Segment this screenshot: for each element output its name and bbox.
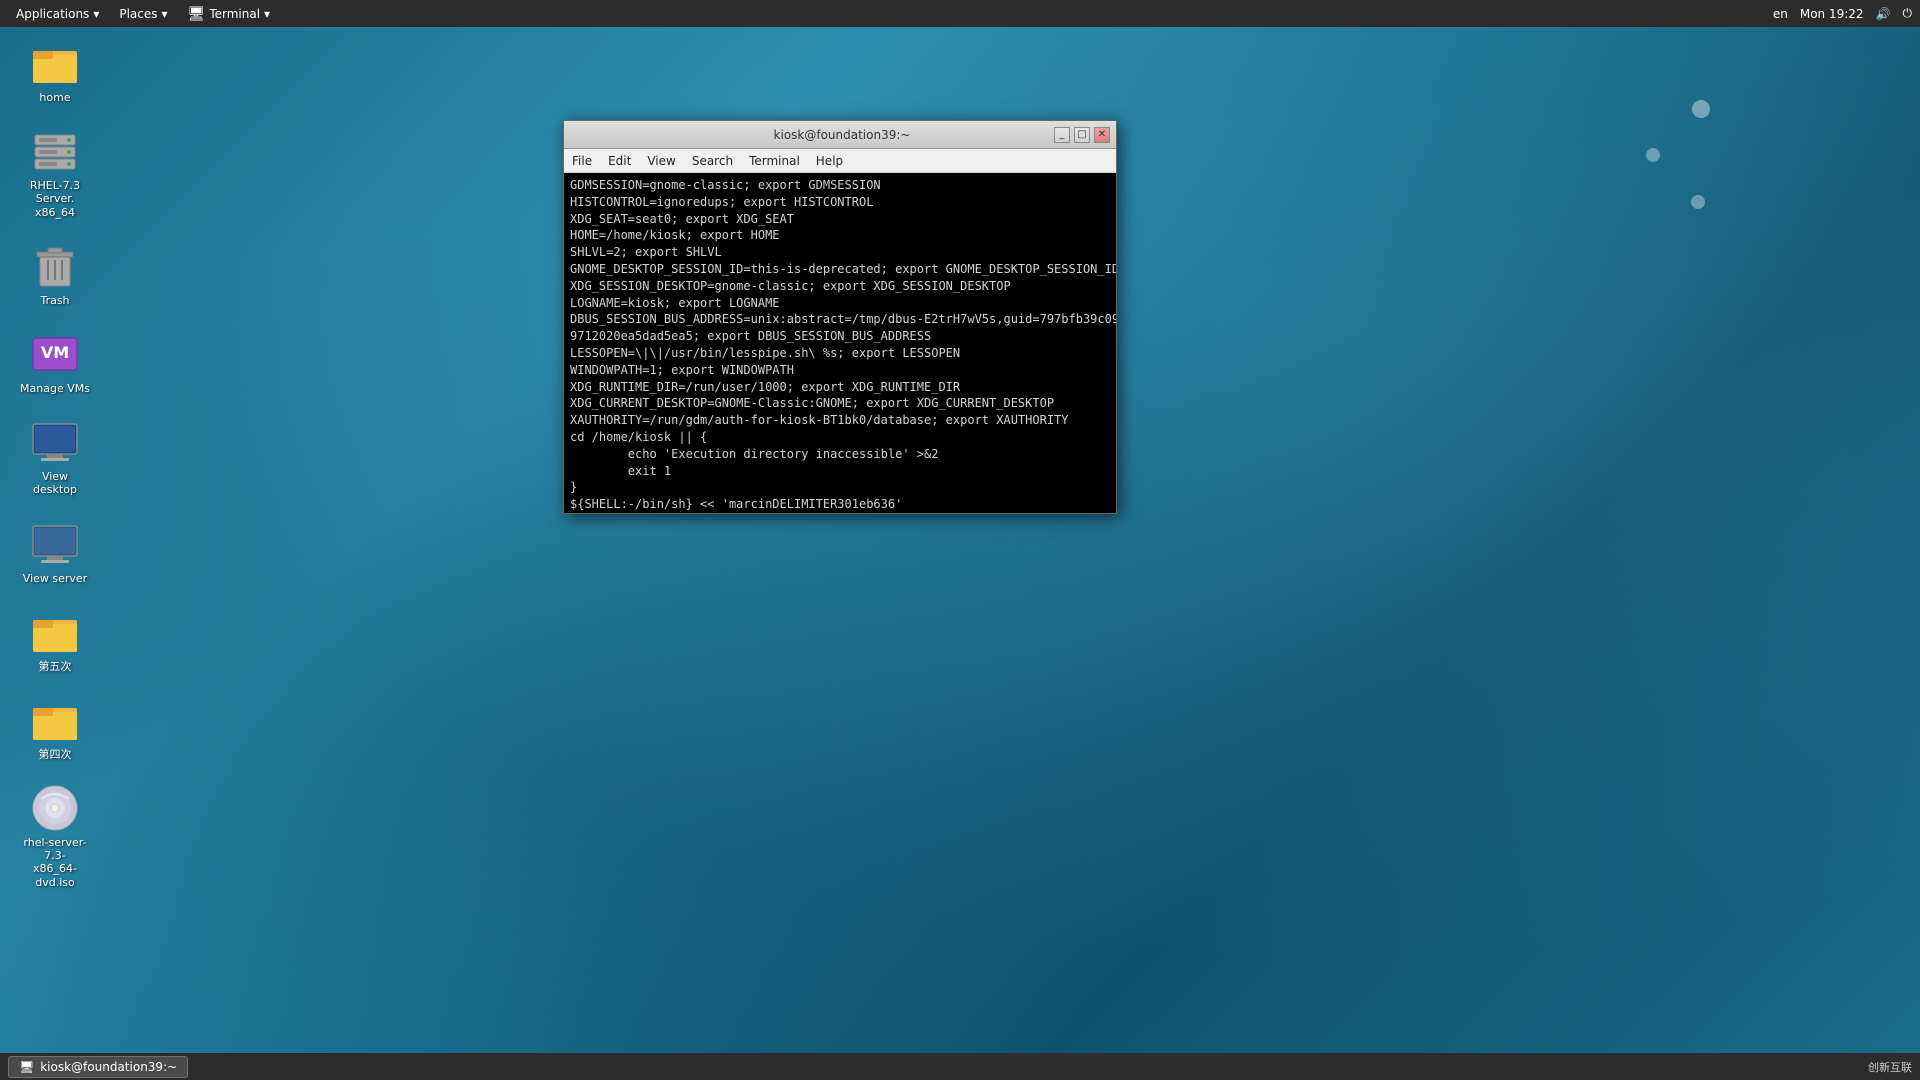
window-buttons: _ □ ✕	[1054, 127, 1110, 143]
desktop-icon-trash[interactable]: Trash	[15, 238, 95, 311]
taskbar: 🖥 kiosk@foundation39:~ 创新互联	[0, 1053, 1920, 1080]
terminal-titlebar: kiosk@foundation39:~ _ □ ✕	[564, 121, 1116, 149]
terminal-file-menu[interactable]: File	[564, 149, 600, 172]
trash-icon-label: Trash	[40, 294, 69, 307]
deco-circle-1	[1692, 100, 1710, 118]
sici-icon-image	[31, 696, 79, 744]
volume-icon[interactable]: 🔊	[1876, 7, 1891, 21]
wuci-folder-icon	[31, 610, 79, 654]
applications-arrow: ▾	[93, 7, 99, 21]
desktop-icon-manage-vms[interactable]: VM Manage VMs	[15, 326, 95, 399]
clock: Mon 19:22	[1800, 7, 1864, 21]
taskbar-left: 🖥 kiosk@foundation39:~	[8, 1056, 188, 1078]
view-desktop-icon-image	[31, 418, 79, 466]
taskbar-terminal-item[interactable]: 🖥 kiosk@foundation39:~	[8, 1056, 188, 1078]
terminal-content[interactable]: GDMSESSION=gnome-classic; export GDMSESS…	[564, 173, 1116, 513]
dvd-label: rhel-server-7.3- x86_64-dvd.iso	[19, 836, 91, 889]
desktop-icon-home[interactable]: home	[15, 35, 95, 108]
deco-circle-3	[1691, 195, 1705, 209]
manage-vms-icon-image: VM	[31, 330, 79, 378]
desktop-icon-view-server[interactable]: View server	[15, 516, 95, 589]
terminal-view-menu[interactable]: View	[639, 149, 683, 172]
home-icon-image	[31, 39, 79, 87]
top-panel: Applications ▾ Places ▾ 🖥 Terminal ▾ en …	[0, 0, 1920, 27]
view-desktop-icon	[31, 420, 79, 464]
panel-right: en Mon 19:22 🔊 ⏻	[1773, 6, 1912, 21]
deco-circle-2	[1646, 148, 1660, 162]
view-desktop-label: View desktop	[19, 470, 91, 496]
desktop-icon-view-desktop[interactable]: View desktop	[15, 414, 95, 500]
terminal-arrow: ▾	[264, 7, 270, 21]
terminal-help-menu[interactable]: Help	[808, 149, 851, 172]
terminal-icon: 🖥	[188, 6, 206, 22]
trash-icon	[35, 242, 75, 290]
desktop-icon-rhel[interactable]: RHEL-7.3 Server. x86_64	[15, 123, 95, 223]
terminal-menubar: File Edit View Search Terminal Help	[564, 149, 1116, 173]
home-folder-icon	[31, 41, 79, 85]
taskbar-terminal-label: kiosk@foundation39:~	[40, 1060, 177, 1074]
language-indicator[interactable]: en	[1773, 7, 1788, 21]
brand-logo-icon: 创新互联	[1868, 1059, 1912, 1075]
places-label: Places	[119, 7, 157, 21]
terminal-window: kiosk@foundation39:~ _ □ ✕ File Edit Vie…	[563, 120, 1117, 514]
dvd-icon-image	[31, 784, 79, 832]
desktop: Applications ▾ Places ▾ 🖥 Terminal ▾ en …	[0, 0, 1920, 1080]
desktop-icon-wuci[interactable]: 第五次	[15, 604, 95, 677]
desktop-icon-dvd[interactable]: rhel-server-7.3- x86_64-dvd.iso	[15, 780, 95, 893]
maximize-button[interactable]: □	[1074, 127, 1090, 143]
sici-label: 第四次	[39, 748, 72, 761]
terminal-window-title: kiosk@foundation39:~	[630, 128, 1054, 142]
terminal-menu[interactable]: 🖥 Terminal ▾	[180, 0, 279, 27]
applications-menu[interactable]: Applications ▾	[8, 0, 107, 27]
sici-folder-icon	[31, 698, 79, 742]
wuci-label: 第五次	[39, 660, 72, 673]
terminal-edit-menu[interactable]: Edit	[600, 149, 639, 172]
rhel-icon-image	[31, 127, 79, 175]
rhel-server-icon	[31, 129, 79, 173]
view-server-label: View server	[23, 572, 87, 585]
wuci-icon-image	[31, 608, 79, 656]
places-arrow: ▾	[162, 7, 168, 21]
close-button[interactable]: ✕	[1094, 127, 1110, 143]
terminal-terminal-menu[interactable]: Terminal	[741, 149, 808, 172]
terminal-label: Terminal	[209, 7, 260, 21]
panel-left: Applications ▾ Places ▾ 🖥 Terminal ▾	[8, 0, 278, 27]
power-icon[interactable]: ⏻	[1903, 6, 1913, 21]
places-menu[interactable]: Places ▾	[111, 0, 175, 27]
desktop-icon-sici[interactable]: 第四次	[15, 692, 95, 765]
view-server-icon	[31, 522, 79, 566]
taskbar-right: 创新互联	[1868, 1059, 1912, 1075]
terminal-search-menu[interactable]: Search	[684, 149, 741, 172]
manage-vms-icon: VM	[31, 332, 79, 376]
home-icon-label: home	[39, 91, 70, 104]
desktop-icons-container: home RHEL-7.3 Server. x86_64	[15, 35, 95, 903]
minimize-button[interactable]: _	[1054, 127, 1070, 143]
rhel-icon-label: RHEL-7.3 Server. x86_64	[19, 179, 91, 219]
dvd-icon	[31, 784, 79, 832]
trash-icon-image	[31, 242, 79, 290]
applications-label: Applications	[16, 7, 89, 21]
view-server-icon-image	[31, 520, 79, 568]
svg-text:VM: VM	[41, 343, 69, 362]
taskbar-terminal-icon: 🖥	[19, 1060, 34, 1074]
manage-vms-label: Manage VMs	[20, 382, 90, 395]
